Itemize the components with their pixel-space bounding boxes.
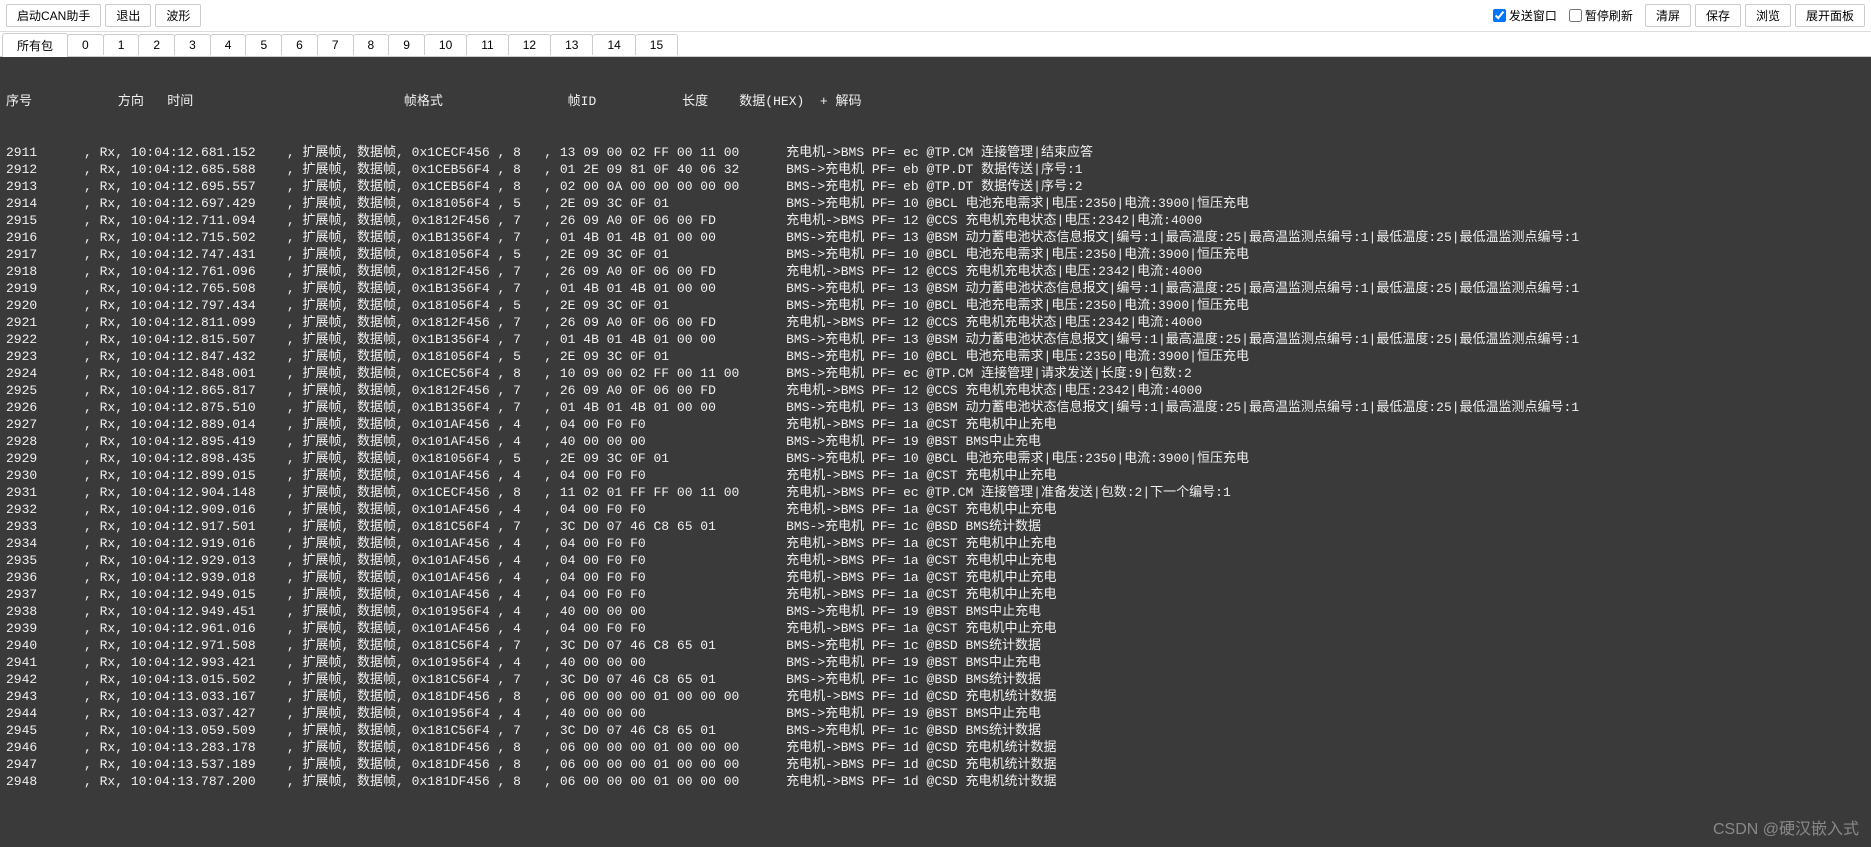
log-row: 2919 , Rx, 10:04:12.765.508 , 扩展帧, 数据帧, … xyxy=(6,280,1865,297)
send-window-checkbox[interactable] xyxy=(1493,9,1506,22)
tab-15[interactable]: 15 xyxy=(635,34,678,55)
log-row: 2918 , Rx, 10:04:12.761.096 , 扩展帧, 数据帧, … xyxy=(6,263,1865,280)
log-row: 2914 , Rx, 10:04:12.697.429 , 扩展帧, 数据帧, … xyxy=(6,195,1865,212)
tab-8[interactable]: 8 xyxy=(353,34,390,55)
log-area[interactable]: 序号 方向 时间 帧格式 帧ID 长度 数据(HEX) + 解码 2911 , … xyxy=(0,57,1871,847)
tab-6[interactable]: 6 xyxy=(281,34,318,55)
log-row: 2930 , Rx, 10:04:12.899.015 , 扩展帧, 数据帧, … xyxy=(6,467,1865,484)
tab-9[interactable]: 9 xyxy=(388,34,425,55)
log-header: 序号 方向 时间 帧格式 帧ID 长度 数据(HEX) + 解码 xyxy=(6,93,1865,110)
tab-7[interactable]: 7 xyxy=(317,34,354,55)
wave-button[interactable]: 波形 xyxy=(155,4,201,27)
log-row: 2936 , Rx, 10:04:12.939.018 , 扩展帧, 数据帧, … xyxy=(6,569,1865,586)
tab-3[interactable]: 3 xyxy=(174,34,211,55)
log-row: 2924 , Rx, 10:04:12.848.001 , 扩展帧, 数据帧, … xyxy=(6,365,1865,382)
log-row: 2941 , Rx, 10:04:12.993.421 , 扩展帧, 数据帧, … xyxy=(6,654,1865,671)
tab-12[interactable]: 12 xyxy=(508,34,551,55)
start-can-button[interactable]: 启动CAN助手 xyxy=(6,4,101,27)
log-row: 2945 , Rx, 10:04:13.059.509 , 扩展帧, 数据帧, … xyxy=(6,722,1865,739)
log-row: 2944 , Rx, 10:04:13.037.427 , 扩展帧, 数据帧, … xyxy=(6,705,1865,722)
send-window-label: 发送窗口 xyxy=(1509,7,1557,24)
log-row: 2935 , Rx, 10:04:12.929.013 , 扩展帧, 数据帧, … xyxy=(6,552,1865,569)
log-row: 2923 , Rx, 10:04:12.847.432 , 扩展帧, 数据帧, … xyxy=(6,348,1865,365)
tab-10[interactable]: 10 xyxy=(424,34,467,55)
log-row: 2928 , Rx, 10:04:12.895.419 , 扩展帧, 数据帧, … xyxy=(6,433,1865,450)
clear-button[interactable]: 清屏 xyxy=(1645,4,1691,27)
log-row: 2911 , Rx, 10:04:12.681.152 , 扩展帧, 数据帧, … xyxy=(6,144,1865,161)
tab-4[interactable]: 4 xyxy=(210,34,247,55)
exit-button[interactable]: 退出 xyxy=(105,4,151,27)
log-row: 2913 , Rx, 10:04:12.695.557 , 扩展帧, 数据帧, … xyxy=(6,178,1865,195)
log-row: 2940 , Rx, 10:04:12.971.508 , 扩展帧, 数据帧, … xyxy=(6,637,1865,654)
log-row: 2922 , Rx, 10:04:12.815.507 , 扩展帧, 数据帧, … xyxy=(6,331,1865,348)
log-row: 2946 , Rx, 10:04:13.283.178 , 扩展帧, 数据帧, … xyxy=(6,739,1865,756)
log-row: 2943 , Rx, 10:04:13.033.167 , 扩展帧, 数据帧, … xyxy=(6,688,1865,705)
tab-14[interactable]: 14 xyxy=(592,34,635,55)
tab-11[interactable]: 11 xyxy=(466,34,508,55)
log-row: 2937 , Rx, 10:04:12.949.015 , 扩展帧, 数据帧, … xyxy=(6,586,1865,603)
log-row: 2931 , Rx, 10:04:12.904.148 , 扩展帧, 数据帧, … xyxy=(6,484,1865,501)
log-row: 2925 , Rx, 10:04:12.865.817 , 扩展帧, 数据帧, … xyxy=(6,382,1865,399)
tab-所有包[interactable]: 所有包 xyxy=(2,33,68,57)
log-row: 2916 , Rx, 10:04:12.715.502 , 扩展帧, 数据帧, … xyxy=(6,229,1865,246)
browse-button[interactable]: 浏览 xyxy=(1745,4,1791,27)
log-row: 2912 , Rx, 10:04:12.685.588 , 扩展帧, 数据帧, … xyxy=(6,161,1865,178)
send-window-check[interactable]: 发送窗口 xyxy=(1493,7,1557,24)
log-row: 2933 , Rx, 10:04:12.917.501 , 扩展帧, 数据帧, … xyxy=(6,518,1865,535)
tab-1[interactable]: 1 xyxy=(103,34,140,55)
log-row: 2915 , Rx, 10:04:12.711.094 , 扩展帧, 数据帧, … xyxy=(6,212,1865,229)
log-row: 2932 , Rx, 10:04:12.909.016 , 扩展帧, 数据帧, … xyxy=(6,501,1865,518)
log-row: 2947 , Rx, 10:04:13.537.189 , 扩展帧, 数据帧, … xyxy=(6,756,1865,773)
log-row: 2921 , Rx, 10:04:12.811.099 , 扩展帧, 数据帧, … xyxy=(6,314,1865,331)
tab-13[interactable]: 13 xyxy=(550,34,593,55)
pause-refresh-label: 暂停刷新 xyxy=(1585,7,1633,24)
log-row: 2926 , Rx, 10:04:12.875.510 , 扩展帧, 数据帧, … xyxy=(6,399,1865,416)
tab-2[interactable]: 2 xyxy=(138,34,175,55)
save-button[interactable]: 保存 xyxy=(1695,4,1741,27)
log-row: 2927 , Rx, 10:04:12.889.014 , 扩展帧, 数据帧, … xyxy=(6,416,1865,433)
pause-refresh-checkbox[interactable] xyxy=(1569,9,1582,22)
log-row: 2934 , Rx, 10:04:12.919.016 , 扩展帧, 数据帧, … xyxy=(6,535,1865,552)
filter-tabs: 所有包0123456789101112131415 xyxy=(0,32,1871,57)
log-row: 2917 , Rx, 10:04:12.747.431 , 扩展帧, 数据帧, … xyxy=(6,246,1865,263)
pause-refresh-check[interactable]: 暂停刷新 xyxy=(1569,7,1633,24)
log-row: 2929 , Rx, 10:04:12.898.435 , 扩展帧, 数据帧, … xyxy=(6,450,1865,467)
tab-5[interactable]: 5 xyxy=(245,34,282,55)
log-row: 2938 , Rx, 10:04:12.949.451 , 扩展帧, 数据帧, … xyxy=(6,603,1865,620)
log-row: 2948 , Rx, 10:04:13.787.200 , 扩展帧, 数据帧, … xyxy=(6,773,1865,790)
log-row: 2920 , Rx, 10:04:12.797.434 , 扩展帧, 数据帧, … xyxy=(6,297,1865,314)
expand-panel-button[interactable]: 展开面板 xyxy=(1795,4,1865,27)
log-row: 2939 , Rx, 10:04:12.961.016 , 扩展帧, 数据帧, … xyxy=(6,620,1865,637)
log-row: 2942 , Rx, 10:04:13.015.502 , 扩展帧, 数据帧, … xyxy=(6,671,1865,688)
tab-0[interactable]: 0 xyxy=(67,34,104,55)
top-toolbar: 启动CAN助手 退出 波形 发送窗口 暂停刷新 清屏 保存 浏览 展开面板 xyxy=(0,0,1871,32)
